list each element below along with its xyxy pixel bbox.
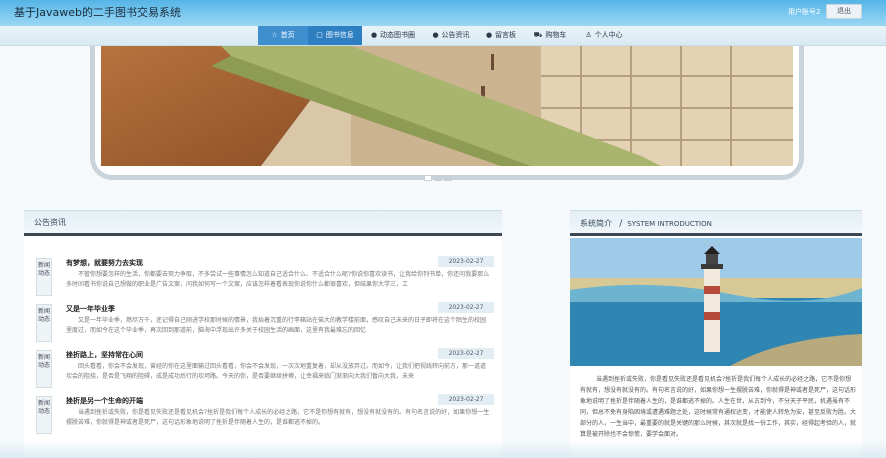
nav-item-label: 公告资讯 <box>441 31 470 39</box>
news-item[interactable]: 新闻动态 挫折路上，坚持常在心间 2023-02-27 回头看看，你会不会发现，… <box>32 348 498 388</box>
news-tag: 新闻动态 <box>36 258 52 296</box>
news-panel-title: 公告资讯 <box>34 218 66 227</box>
title-divider: / <box>619 219 623 229</box>
news-item[interactable]: 新闻动态 挫折是另一个生命的开端 2023-02-27 当遇到挫折或失败，你是看… <box>32 394 498 434</box>
nav-item-announcements[interactable]: ● 公告资讯 <box>424 26 478 45</box>
user-icon: ♙ <box>585 31 592 39</box>
system-intro-panel: 系统简介 / SYSTEM INTRODUCTION 当遇到挫折或失败，你是看见失… <box>570 210 862 458</box>
system-intro-subtitle: SYSTEM INTRODUCTION <box>627 220 712 228</box>
book-icon: ▢ <box>316 31 323 39</box>
nav-item-message-board[interactable]: ● 留言板 <box>478 26 524 45</box>
divider <box>24 233 502 236</box>
footer-decoration <box>0 440 886 458</box>
lighthouse-illustration <box>570 238 862 366</box>
nav-item-label: 购物车 <box>545 31 567 39</box>
logout-button[interactable]: 退出 <box>826 4 862 19</box>
news-title[interactable]: 又是一年毕业季 <box>66 304 115 314</box>
news-item[interactable]: 新闻动态 有梦想，就要努力去实现 2023-02-27 不管你想要怎样的生活，你… <box>32 256 498 296</box>
main-nav: ☆ 首页 ▢ 图书信息 ● 动态图书圈 ● 公告资讯 ● 留言板 ⛟ 购物车 ♙ 个人中心 <box>0 26 886 46</box>
info-icon: ● <box>485 31 493 39</box>
carousel-dot[interactable] <box>444 175 452 181</box>
news-tag: 新闻动态 <box>36 396 52 434</box>
news-date: 2023-02-27 <box>438 256 494 267</box>
home-icon: ☆ <box>271 31 278 39</box>
nav-item-book-info[interactable]: ▢ 图书信息 <box>308 26 362 45</box>
nav-item-cart[interactable]: ⛟ 购物车 <box>526 26 574 45</box>
banner-carousel[interactable] <box>90 46 804 180</box>
news-tag: 新闻动态 <box>36 304 52 342</box>
news-date: 2023-02-27 <box>438 302 494 313</box>
system-intro-title: 系统简介 / SYSTEM INTRODUCTION <box>580 218 712 229</box>
news-date: 2023-02-27 <box>438 394 494 405</box>
nav-item-book-circle[interactable]: ● 动态图书圈 <box>362 26 424 45</box>
banner-image <box>101 46 793 166</box>
nav-item-label: 首页 <box>280 31 295 39</box>
library-illustration <box>101 46 793 166</box>
cart-icon: ⛟ <box>533 31 543 39</box>
carousel-dot[interactable] <box>424 175 432 181</box>
user-account-label[interactable]: 用户账号2 <box>788 7 820 17</box>
news-item[interactable]: 新闻动态 又是一年毕业季 2023-02-27 又是一年毕业季，燃尽万千，还记得… <box>32 302 498 342</box>
news-panel: 公告资讯 新闻动态 有梦想，就要努力去实现 2023-02-27 不管你想要怎样… <box>24 210 502 458</box>
system-intro-text: 当遇到挫折或失败，你是看见失败还是看见机会?挫折是我们每个人成长的必经之路，它不… <box>580 376 857 438</box>
news-title[interactable]: 有梦想，就要努力去实现 <box>66 258 143 268</box>
carousel-dot[interactable] <box>434 175 442 181</box>
system-intro-header: 系统简介 / SYSTEM INTRODUCTION <box>570 210 862 234</box>
news-body: 回头看看，你会不会发现，曾经的你在这里面输过回头看看，你会不会发现，一次次地重复… <box>66 363 487 380</box>
news-date: 2023-02-27 <box>438 348 494 359</box>
site-title: 基于Javaweb的二手图书交易系统 <box>14 6 181 19</box>
news-tag: 新闻动态 <box>36 350 52 388</box>
divider <box>570 233 862 236</box>
news-body: 当遇到挫折或失败，你是看见失败还是看见机会?挫折是我们每个人成长的必经之路，它不… <box>66 409 490 426</box>
news-body: 不管你想要怎样的生活，你都要去努力争取，不多尝试一些事情怎么知道自己适合什么、不… <box>66 271 490 288</box>
top-header: 基于Javaweb的二手图书交易系统 用户账号2 退出 <box>0 0 886 26</box>
news-panel-header: 公告资讯 <box>24 210 502 234</box>
system-intro-title-cn: 系统简介 <box>580 219 612 228</box>
news-body: 又是一年毕业季，燃尽万千，还记得自己刚进学校那时候的情景，我抬着沉重的行李箱站在… <box>66 317 487 334</box>
news-title[interactable]: 挫折路上，坚持常在心间 <box>66 350 143 360</box>
nav-item-label: 动态图书圈 <box>380 31 416 39</box>
lighthouse-image <box>570 238 862 366</box>
info-icon: ● <box>370 31 378 39</box>
nav-item-home[interactable]: ☆ 首页 <box>258 26 308 45</box>
news-title[interactable]: 挫折是另一个生命的开端 <box>66 396 143 406</box>
info-icon: ● <box>432 31 439 39</box>
nav-item-label: 图书信息 <box>325 31 354 39</box>
nav-item-label: 留言板 <box>495 31 517 39</box>
nav-item-personal-center[interactable]: ♙ 个人中心 <box>576 26 632 45</box>
nav-item-label: 个人中心 <box>594 31 623 39</box>
